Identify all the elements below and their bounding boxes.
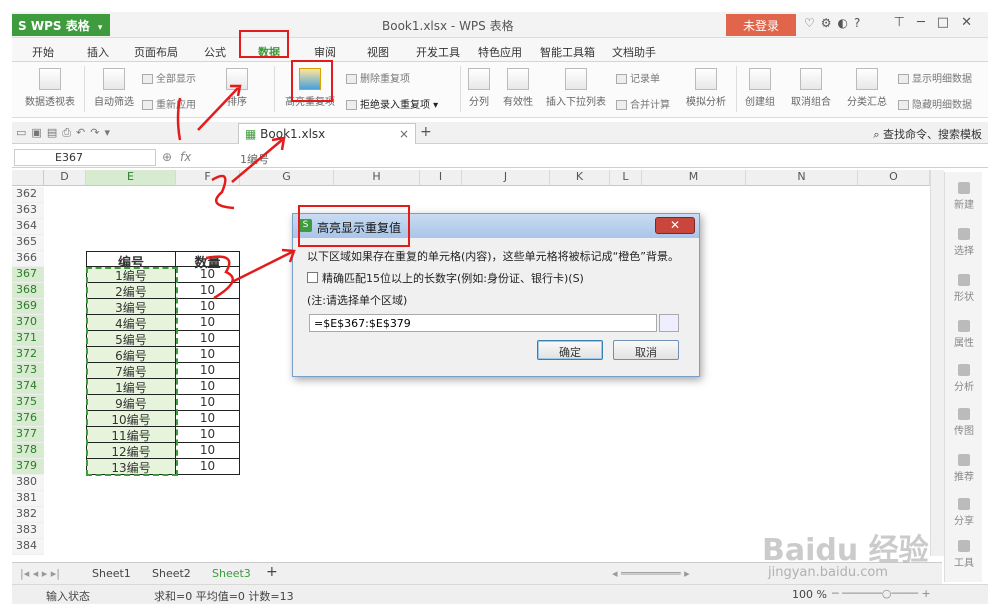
watermark-logo: Baidu 经验 [762,533,929,568]
annotation-overlay [176,84,296,300]
watermark-url: jingyan.baidu.com [768,565,888,580]
annotation-step2-stroke [211,174,235,210]
annotation-arrow-1 [197,87,239,131]
annotation-arrow-3 [231,250,293,284]
annotation-step1-stroke [176,97,182,141]
annotation-step3-stroke [205,255,234,300]
annotation-arrow-2 [231,139,283,183]
